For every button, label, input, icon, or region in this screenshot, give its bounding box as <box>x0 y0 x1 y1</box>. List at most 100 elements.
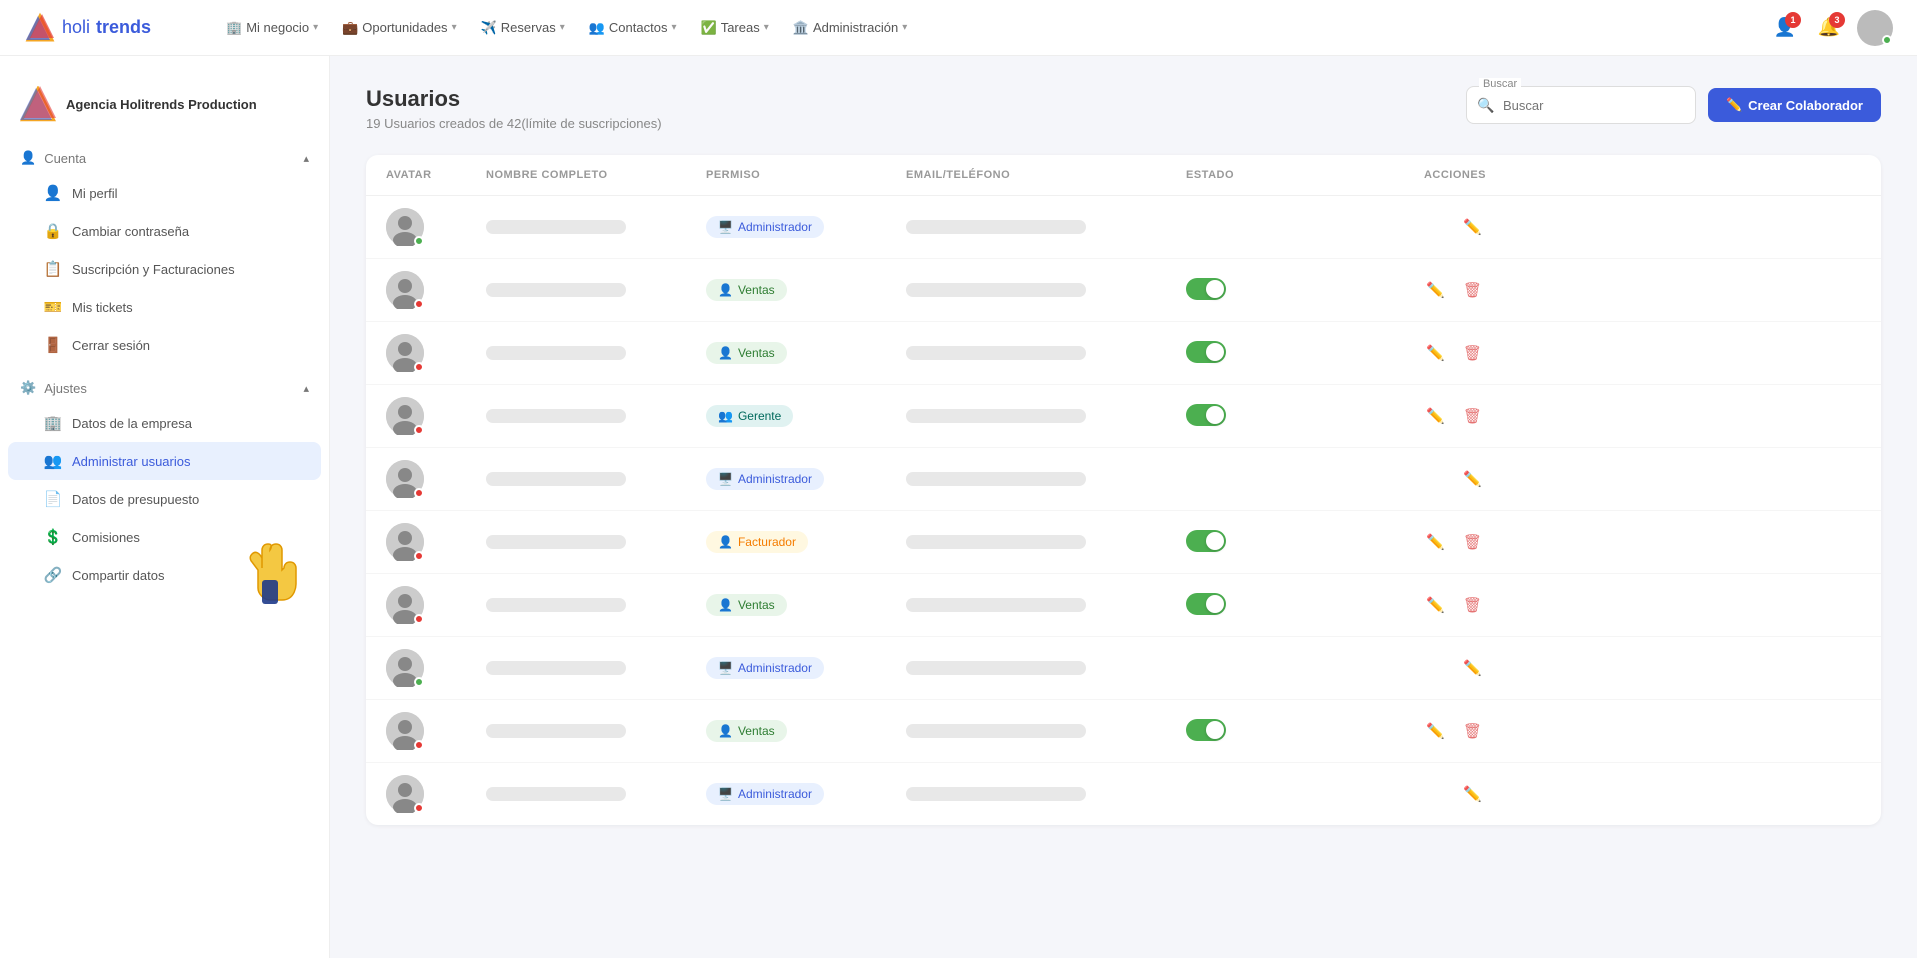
edit-button-row-0[interactable]: ✏️ <box>1459 214 1486 240</box>
nav-oportunidades[interactable]: 💼 Oportunidades ▾ <box>332 14 467 42</box>
permission-badge-3: 👥 Gerente <box>706 405 793 427</box>
sidebar-item-comisiones-label: Comisiones <box>72 530 140 545</box>
nav-mi-negocio[interactable]: 🏢 Mi negocio ▾ <box>216 14 328 42</box>
ajustes-section-header[interactable]: ⚙️ Ajustes ▴ <box>0 372 329 404</box>
permission-badge-9: 🖥️ Administrador <box>706 783 824 805</box>
user-avatar-topnav[interactable] <box>1857 10 1893 46</box>
delete-button-row-2[interactable]: 🗑 <box>1459 340 1486 366</box>
permission-badge-8: 👤 Ventas <box>706 720 787 742</box>
toggle-row-5[interactable] <box>1186 530 1226 552</box>
edit-button-row-9[interactable]: ✏️ <box>1459 781 1486 807</box>
notif1-badge: 1 <box>1785 12 1801 28</box>
email-placeholder-7 <box>906 661 1086 675</box>
permission-icon-0: 🖥️ <box>718 220 733 234</box>
sidebar-item-comisiones[interactable]: 💲 Comisiones <box>8 518 321 556</box>
toggle-row-1[interactable] <box>1186 278 1226 300</box>
cell-email-1 <box>906 283 1186 297</box>
nav-administracion[interactable]: 🏛️ Administración ▾ <box>783 14 917 42</box>
nav-tareas-label: Tareas <box>721 20 760 35</box>
cell-name-4 <box>486 472 706 486</box>
permission-icon-7: 🖥️ <box>718 661 733 675</box>
sidebar-item-mi-perfil[interactable]: 👤 Mi perfil <box>8 174 321 212</box>
avatar-dot-7 <box>414 677 424 687</box>
delete-button-row-3[interactable]: 🗑 <box>1459 403 1486 429</box>
delete-button-row-5[interactable]: 🗑 <box>1459 529 1486 555</box>
cell-avatar-4 <box>386 460 486 498</box>
toggle-row-8[interactable] <box>1186 719 1226 741</box>
cell-permission-6: 👤 Ventas <box>706 594 906 616</box>
delete-button-row-1[interactable]: 🗑 <box>1459 277 1486 303</box>
cell-name-3 <box>486 409 706 423</box>
edit-button-row-1[interactable]: ✏️ <box>1422 277 1449 303</box>
create-colaborador-button[interactable]: ✏️ Crear Colaborador <box>1708 88 1881 122</box>
usuarios-icon: 👥 <box>44 452 62 470</box>
avatar-dot-3 <box>414 425 424 435</box>
header-actions: Buscar 🔍 ✏️ Crear Colaborador <box>1466 86 1881 124</box>
sidebar-item-administrar-usuarios[interactable]: 👥 Administrar usuarios <box>8 442 321 480</box>
sidebar-item-cambiar-contrasena[interactable]: 🔒 Cambiar contraseña <box>8 212 321 250</box>
edit-button-row-5[interactable]: ✏️ <box>1422 529 1449 555</box>
edit-button-row-8[interactable]: ✏️ <box>1422 718 1449 744</box>
search-input[interactable] <box>1503 98 1683 113</box>
cell-name-8 <box>486 724 706 738</box>
toggle-row-3[interactable] <box>1186 404 1226 426</box>
notif2-badge: 3 <box>1829 12 1845 28</box>
sidebar-item-suscripcion[interactable]: 📋 Suscripción y Facturaciones <box>8 250 321 288</box>
cell-email-8 <box>906 724 1186 738</box>
user-avatar-1 <box>386 271 424 309</box>
edit-button-row-2[interactable]: ✏️ <box>1422 340 1449 366</box>
sidebar: Agencia Holitrends Production 👤 Cuenta ▴… <box>0 56 330 958</box>
empresa-icon: 🏢 <box>44 414 62 432</box>
cell-email-5 <box>906 535 1186 549</box>
email-placeholder-5 <box>906 535 1086 549</box>
cell-estado-5 <box>1186 530 1366 555</box>
cuenta-section-header[interactable]: 👤 Cuenta ▴ <box>0 142 329 174</box>
delete-button-row-6[interactable]: 🗑 <box>1459 592 1486 618</box>
user-avatar-5 <box>386 523 424 561</box>
chevron-down-icon: ▾ <box>902 22 907 33</box>
permission-icon-6: 👤 <box>718 598 733 612</box>
col-email: EMAIL/TELÉFONO <box>906 169 1186 181</box>
chevron-down-icon: ▾ <box>560 22 565 33</box>
edit-button-row-7[interactable]: ✏️ <box>1459 655 1486 681</box>
sidebar-item-suscripcion-label: Suscripción y Facturaciones <box>72 262 235 277</box>
permission-icon-4: 🖥️ <box>718 472 733 486</box>
agency-name: Agencia Holitrends Production <box>66 97 257 112</box>
nav-reservas-label: Reservas <box>501 20 556 35</box>
nav-contactos[interactable]: 👥 Contactos ▾ <box>579 14 687 42</box>
cuenta-label: Cuenta <box>44 151 86 166</box>
delete-button-row-8[interactable]: 🗑 <box>1459 718 1486 744</box>
edit-button-row-4[interactable]: ✏️ <box>1459 466 1486 492</box>
main-navigation: 🏢 Mi negocio ▾ 💼 Oportunidades ▾ ✈️ Rese… <box>216 14 1737 42</box>
sidebar-item-datos-presupuesto[interactable]: 📄 Datos de presupuesto <box>8 480 321 518</box>
permission-badge-6: 👤 Ventas <box>706 594 787 616</box>
name-placeholder-3 <box>486 409 626 423</box>
edit-button-row-3[interactable]: ✏️ <box>1422 403 1449 429</box>
notification-button-1[interactable]: 👤 1 <box>1769 12 1801 44</box>
col-estado: ESTADO <box>1186 169 1366 181</box>
user-avatar-9 <box>386 775 424 813</box>
logo[interactable]: holitrends <box>24 12 184 44</box>
sidebar-item-mis-tickets[interactable]: 🎫 Mis tickets <box>8 288 321 326</box>
notification-button-2[interactable]: 🔔 3 <box>1813 12 1845 44</box>
email-placeholder-0 <box>906 220 1086 234</box>
user-avatar-4 <box>386 460 424 498</box>
nav-reservas[interactable]: ✈️ Reservas ▾ <box>471 14 575 42</box>
nav-tareas[interactable]: ✅ Tareas ▾ <box>691 14 779 42</box>
edit-button-row-6[interactable]: ✏️ <box>1422 592 1449 618</box>
toggle-row-2[interactable] <box>1186 341 1226 363</box>
permission-badge-5: 👤 Facturador <box>706 531 808 553</box>
sidebar-item-compartir-datos[interactable]: 🔗 Compartir datos <box>8 556 321 594</box>
cell-avatar-6 <box>386 586 486 624</box>
cell-actions-8: ✏️ 🗑 <box>1366 718 1486 744</box>
main-content: Usuarios 19 Usuarios creados de 42(límit… <box>330 56 1917 958</box>
sidebar-item-datos-empresa[interactable]: 🏢 Datos de la empresa <box>8 404 321 442</box>
cell-permission-3: 👥 Gerente <box>706 405 906 427</box>
cell-name-0 <box>486 220 706 234</box>
create-button-label: Crear Colaborador <box>1748 98 1863 113</box>
cell-permission-9: 🖥️ Administrador <box>706 783 906 805</box>
user-avatar-0 <box>386 208 424 246</box>
toggle-row-6[interactable] <box>1186 593 1226 615</box>
sidebar-item-cerrar-sesion[interactable]: 🚪 Cerrar sesión <box>8 326 321 364</box>
cell-actions-7: ✏️ <box>1366 655 1486 681</box>
